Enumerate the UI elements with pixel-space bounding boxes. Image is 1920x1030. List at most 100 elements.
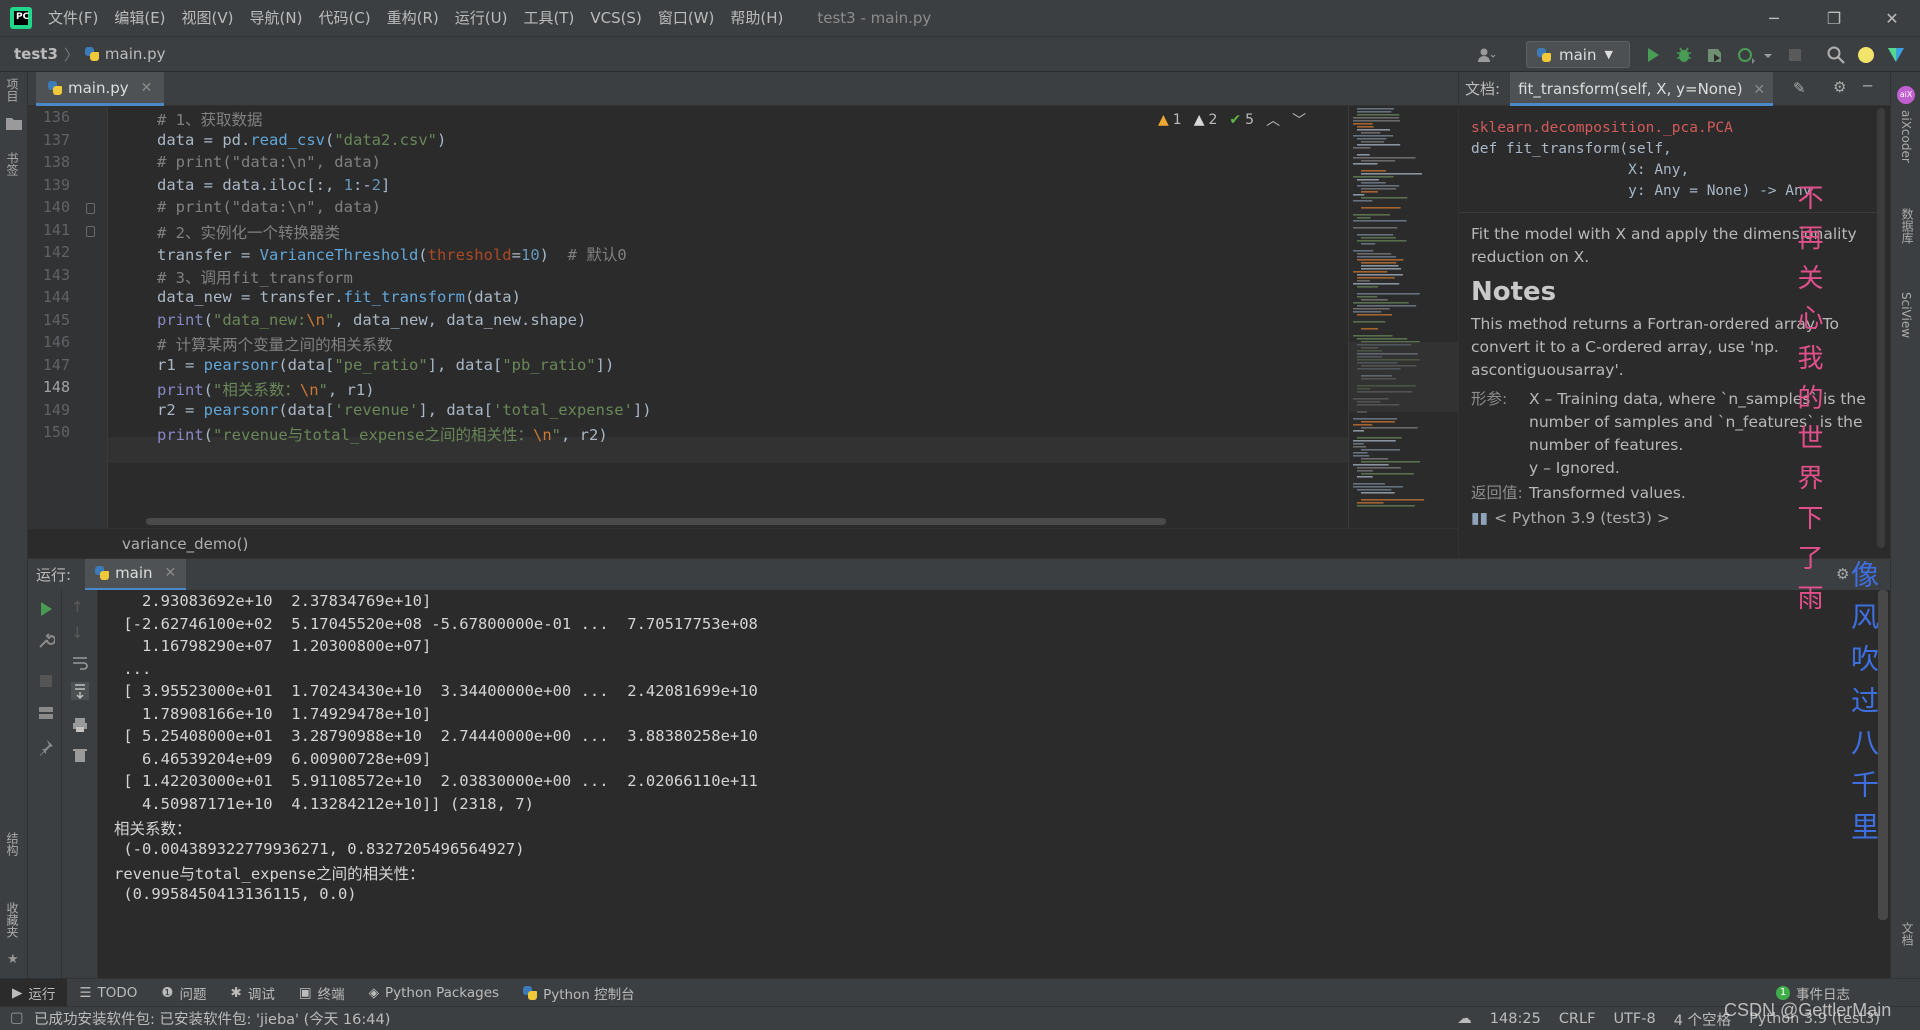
tool-window-python-console[interactable]: Python 控制台: [511, 979, 647, 1007]
arrow-up-icon[interactable]: ↑: [71, 598, 89, 616]
caret-position[interactable]: 148:25: [1490, 1011, 1541, 1027]
code-line[interactable]: # print("data:\n", data): [157, 153, 381, 171]
minimize-button[interactable]: ─: [1746, 0, 1802, 36]
code-minimap[interactable]: [1348, 106, 1458, 528]
run-tab-main[interactable]: main ✕: [85, 558, 187, 591]
restore-button[interactable]: ❐: [1806, 0, 1862, 36]
toggle-tool-windows-icon[interactable]: ▢: [10, 1010, 24, 1026]
menu-file[interactable]: 文件(F): [40, 0, 106, 36]
file-encoding[interactable]: UTF-8: [1613, 1011, 1655, 1027]
stop-icon[interactable]: [1785, 45, 1805, 65]
more-run-options-icon[interactable]: [1762, 45, 1774, 65]
database-tool-button[interactable]: 数据库: [1899, 208, 1916, 244]
menu-refactor[interactable]: 重构(R): [379, 0, 447, 36]
favorites-tool-button[interactable]: 收藏夹: [4, 902, 21, 938]
doc-scrollbar[interactable]: [1877, 108, 1885, 548]
tool-window-todo[interactable]: ☰ TODO: [67, 979, 149, 1007]
tool-window-python-packages[interactable]: ◈ Python Packages: [357, 979, 511, 1007]
bookmarks-tool-button[interactable]: 书签: [4, 152, 21, 176]
code-breadcrumb[interactable]: variance_demo(): [28, 528, 1458, 558]
console-scrollbar[interactable]: [1878, 590, 1888, 920]
close-tab-icon[interactable]: ✕: [141, 80, 153, 96]
breadcrumb-project[interactable]: test3: [14, 45, 58, 63]
next-highlight-icon[interactable]: ﹀: [1292, 110, 1306, 130]
doc-tab[interactable]: fit_transform(self, X, y=None) ✕: [1510, 71, 1774, 106]
code-line[interactable]: # 计算某两个变量之间的相关系数: [157, 333, 393, 355]
tool-window-debug[interactable]: ✱ 调试: [219, 979, 287, 1007]
horizontal-scrollbar[interactable]: [146, 518, 1166, 525]
run-config-selector[interactable]: main ▼: [1526, 41, 1630, 68]
code-editor[interactable]: 136 137 138 139 140 141 142 143 144 145 146 147 148 1…: [28, 106, 1458, 528]
fold-marker-icon[interactable]: [86, 225, 95, 237]
code-line[interactable]: # 1、获取数据: [157, 108, 263, 130]
inspection-widget[interactable]: ▲ 1 ▲ 2 ✔ 5 ︿ ﹀: [1158, 110, 1306, 130]
menu-tools[interactable]: 工具(T): [515, 0, 582, 36]
search-icon[interactable]: [1826, 45, 1846, 65]
gear-icon[interactable]: ⚙: [1833, 78, 1846, 96]
close-tab-icon[interactable]: ✕: [165, 565, 177, 581]
menu-navigate[interactable]: 导航(N): [242, 0, 311, 36]
menu-window[interactable]: 窗口(W): [650, 0, 723, 36]
doc-interpreter-label[interactable]: < Python 3.9 (test3) >: [1494, 507, 1670, 530]
hide-panel-icon[interactable]: ─: [1863, 77, 1872, 95]
project-tool-button[interactable]: 项目: [4, 78, 21, 102]
menu-code[interactable]: 代码(C): [310, 0, 378, 36]
code-line[interactable]: r1 = pearsonr(data["pe_ratio"], data["pb…: [157, 356, 614, 374]
structure-tool-button[interactable]: 结构: [4, 832, 21, 856]
run-icon[interactable]: [1643, 45, 1663, 65]
status-message[interactable]: 已成功安装软件包: 已安装软件包: 'jieba' (今天 16:44): [34, 1008, 390, 1029]
code-line[interactable]: print("revenue与total_expense之间的相关性：\n", …: [157, 423, 608, 445]
menu-edit[interactable]: 编辑(E): [106, 0, 173, 36]
theme-icon[interactable]: [1856, 45, 1876, 65]
vcs-user-icon[interactable]: [1476, 45, 1496, 65]
code-line[interactable]: # 2、实例化一个转换器类: [157, 221, 340, 243]
code-line[interactable]: # print("data:\n", data): [157, 198, 381, 216]
indent-setting[interactable]: 4 个空格: [1674, 1009, 1731, 1030]
menu-run[interactable]: 运行(U): [447, 0, 516, 36]
menu-help[interactable]: 帮助(H): [722, 0, 791, 36]
fold-marker-icon[interactable]: [86, 203, 95, 214]
code-line[interactable]: print("data_new:\n", data_new, data_new.…: [157, 311, 586, 329]
print-icon[interactable]: [71, 716, 89, 734]
code-line[interactable]: r2 = pearsonr(data['revenue'], data['tot…: [157, 401, 652, 419]
breadcrumb-file[interactable]: main.py: [105, 45, 166, 63]
menu-view[interactable]: 视图(V): [174, 0, 242, 36]
code-line[interactable]: # 3、调用fit_transform: [157, 266, 353, 288]
run-console-output[interactable]: 2.93083692e+10 2.37834769e+10] [-2.62746…: [98, 590, 1878, 978]
code-line[interactable]: transfer = VarianceThreshold(threshold=1…: [157, 243, 627, 265]
previous-highlight-icon[interactable]: ︿: [1266, 110, 1280, 130]
arrow-down-icon[interactable]: ↓: [71, 624, 89, 642]
coverage-icon[interactable]: [1705, 45, 1725, 65]
line-number: 141: [42, 220, 70, 239]
code-line[interactable]: print("相关系数：\n", r1): [157, 378, 375, 400]
tool-window-run[interactable]: ▶ 运行: [0, 978, 68, 1007]
trash-icon[interactable]: [71, 746, 89, 764]
docs-tool-button[interactable]: 文档: [1899, 922, 1916, 946]
gear-icon[interactable]: ⚙: [1836, 565, 1849, 583]
edit-source-icon[interactable]: ✎: [1793, 79, 1806, 97]
debug-icon[interactable]: [1674, 45, 1694, 65]
soft-wrap-icon[interactable]: [71, 654, 89, 672]
code-line[interactable]: data = pd.read_csv("data2.csv"): [157, 131, 446, 149]
wrench-icon[interactable]: [37, 632, 55, 650]
rerun-icon[interactable]: [37, 600, 55, 618]
layout-icon[interactable]: [37, 704, 55, 722]
scroll-to-end-icon[interactable]: [71, 682, 89, 700]
breadcrumb-function[interactable]: variance_demo(): [122, 535, 248, 553]
code-line[interactable]: data_new = transfer.fit_transform(data): [157, 288, 521, 306]
close-tab-icon[interactable]: ✕: [1753, 82, 1765, 98]
stop-icon[interactable]: [37, 672, 55, 690]
menu-vcs[interactable]: VCS(S): [582, 0, 649, 36]
tool-window-terminal[interactable]: ▣ 终端: [287, 979, 357, 1007]
tool-window-problems[interactable]: ❶ 问题: [149, 979, 218, 1007]
aixcoder-tool-button[interactable]: aiXcoder: [1899, 110, 1913, 163]
jetbrains-toolbox-icon[interactable]: [1886, 45, 1906, 65]
pin-icon[interactable]: [37, 738, 55, 756]
close-window-button[interactable]: ✕: [1864, 0, 1920, 36]
tab-main-py[interactable]: main.py ✕: [36, 72, 165, 106]
sciview-tool-button[interactable]: SciView: [1899, 292, 1913, 338]
profile-icon[interactable]: [1736, 45, 1756, 65]
line-separator[interactable]: CRLF: [1559, 1011, 1596, 1027]
code-line[interactable]: data = data.iloc[:, 1:-2]: [157, 176, 390, 194]
network-icon[interactable]: ☁: [1457, 1011, 1472, 1027]
